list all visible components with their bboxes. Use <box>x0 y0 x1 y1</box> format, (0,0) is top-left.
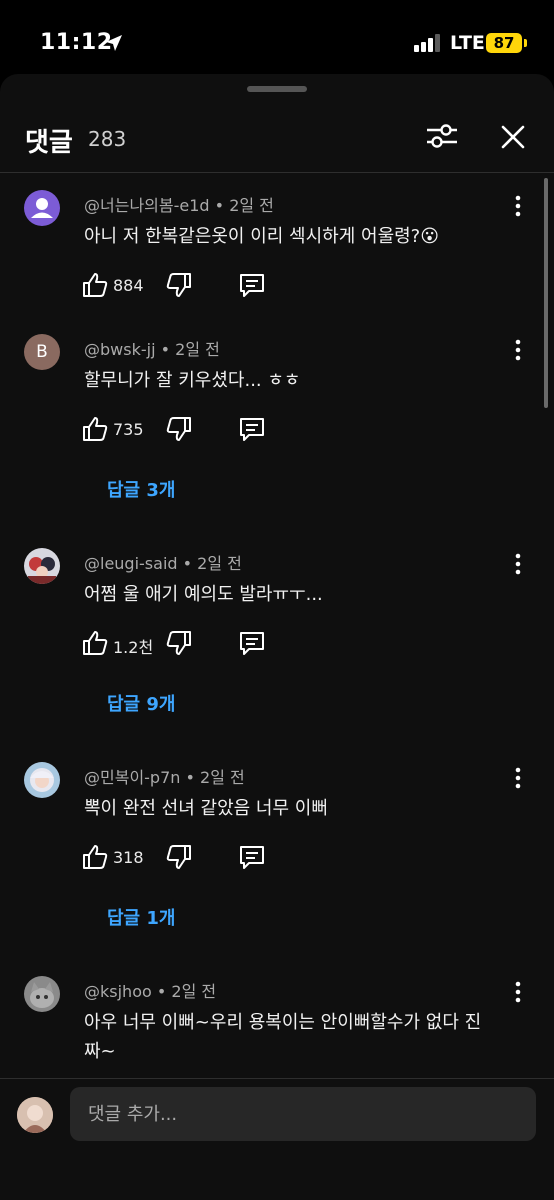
comment-author[interactable]: @leugi-said <box>84 554 178 573</box>
comment-meta: @ksjhoo • 2일 전 <box>84 978 216 1002</box>
like-count: 318 <box>113 848 144 867</box>
thumbs-down-icon[interactable] <box>164 414 194 444</box>
replies-link[interactable]: 답글 3개 <box>107 476 175 502</box>
default-user-icon <box>31 198 53 218</box>
avatar[interactable] <box>24 548 60 584</box>
comment-meta: @leugi-said • 2일 전 <box>84 550 242 574</box>
more-vertical-icon[interactable] <box>508 338 528 362</box>
thumbs-down-icon[interactable] <box>164 270 194 300</box>
profile-photo-icon <box>17 1097 53 1133</box>
comment-text: 뽁이 완전 선녀 같았음 너무 이뻐 <box>84 798 328 819</box>
comment-meta: @민복이-p7n • 2일 전 <box>84 764 245 788</box>
comment-actions: 318 <box>80 842 380 874</box>
like-count: 735 <box>113 420 144 439</box>
more-vertical-icon[interactable] <box>508 552 528 576</box>
comment-age: 2일 전 <box>175 340 220 359</box>
comment-author[interactable]: @ksjhoo <box>84 982 152 1001</box>
comment-reply-icon[interactable] <box>237 628 267 658</box>
comments-sheet: 댓글 283 @너는나의봄-e1d • 2일 전 아니 저 한복같은옷이 이리 … <box>0 74 554 1200</box>
comment-reply-icon[interactable] <box>237 270 267 300</box>
comment-author[interactable]: @너는나의봄-e1d <box>84 196 210 215</box>
status-bar: 11:12 LTE 87 <box>0 0 554 74</box>
replies-link[interactable]: 답글 1개 <box>107 904 175 930</box>
thumbs-up-icon[interactable] <box>80 270 110 300</box>
like-count: 884 <box>113 276 144 295</box>
avatar[interactable] <box>24 190 60 226</box>
avatar[interactable]: B <box>24 334 60 370</box>
thumbs-down-icon[interactable] <box>164 842 194 872</box>
header-divider <box>0 172 554 173</box>
comment-input[interactable] <box>70 1087 536 1141</box>
comment-text: 할무니가 잘 키우셨다... ㅎㅎ <box>84 370 301 391</box>
close-icon[interactable] <box>498 122 528 152</box>
comment-age: 2일 전 <box>171 982 217 1001</box>
comment-reply-icon[interactable] <box>237 842 267 872</box>
scrollbar[interactable] <box>544 178 548 408</box>
location-arrow-icon <box>106 35 122 51</box>
profile-photo-icon <box>28 557 56 584</box>
meta-separator: • <box>156 982 167 1001</box>
comment-author[interactable]: @bwsk-jj <box>84 340 156 359</box>
comment-text: 아우 너무 이뻐~우리 용복이는 안이뻐할수가 없다 진짜~ <box>84 1012 482 1062</box>
profile-photo-icon <box>30 768 54 792</box>
comment-meta: @bwsk-jj • 2일 전 <box>84 336 220 360</box>
comment-actions: 1.2천 <box>80 628 380 660</box>
avatar[interactable] <box>24 762 60 798</box>
thumbs-down-icon[interactable] <box>164 628 194 658</box>
add-comment-bar <box>0 1078 554 1200</box>
filter-sliders-icon[interactable] <box>424 120 460 152</box>
cellular-signal-icon <box>414 34 440 52</box>
battery-cap <box>524 39 527 47</box>
comment-age: 2일 전 <box>229 196 274 215</box>
my-avatar[interactable] <box>17 1097 53 1133</box>
comment-actions: 884 <box>80 270 380 302</box>
profile-photo-icon <box>30 982 54 1008</box>
status-time: 11:12 <box>40 30 113 55</box>
thumbs-up-icon[interactable] <box>80 628 110 658</box>
comment-age: 2일 전 <box>197 554 242 573</box>
comment-text: 아니 저 한복같은옷이 이리 섹시하게 어울령?😮 <box>84 226 440 247</box>
drag-handle[interactable] <box>247 86 307 92</box>
network-type: LTE <box>450 32 485 54</box>
replies-link[interactable]: 답글 9개 <box>107 690 175 716</box>
more-vertical-icon[interactable] <box>508 766 528 790</box>
avatar-letter: B <box>36 342 48 362</box>
comment-age: 2일 전 <box>200 768 245 787</box>
thumbs-up-icon[interactable] <box>80 414 110 444</box>
avatar[interactable] <box>24 976 60 1012</box>
thumbs-up-icon[interactable] <box>80 842 110 872</box>
more-vertical-icon[interactable] <box>508 980 528 1004</box>
comment-meta: @너는나의봄-e1d • 2일 전 <box>84 192 274 216</box>
meta-separator: • <box>185 768 195 787</box>
comment-reply-icon[interactable] <box>237 414 267 444</box>
meta-separator: • <box>160 340 171 359</box>
battery-indicator: 87 <box>486 33 522 53</box>
more-vertical-icon[interactable] <box>508 194 528 218</box>
meta-separator: • <box>182 554 193 573</box>
sheet-title: 댓글 <box>25 128 73 158</box>
meta-separator: • <box>214 196 225 215</box>
comment-text: 어쩜 울 애기 예의도 발라ㅠㅜ... <box>84 584 323 605</box>
like-count: 1.2천 <box>113 638 154 657</box>
comment-count: 283 <box>88 127 127 151</box>
comment-actions: 735 <box>80 414 380 446</box>
comment-author[interactable]: @민복이-p7n <box>84 768 180 787</box>
